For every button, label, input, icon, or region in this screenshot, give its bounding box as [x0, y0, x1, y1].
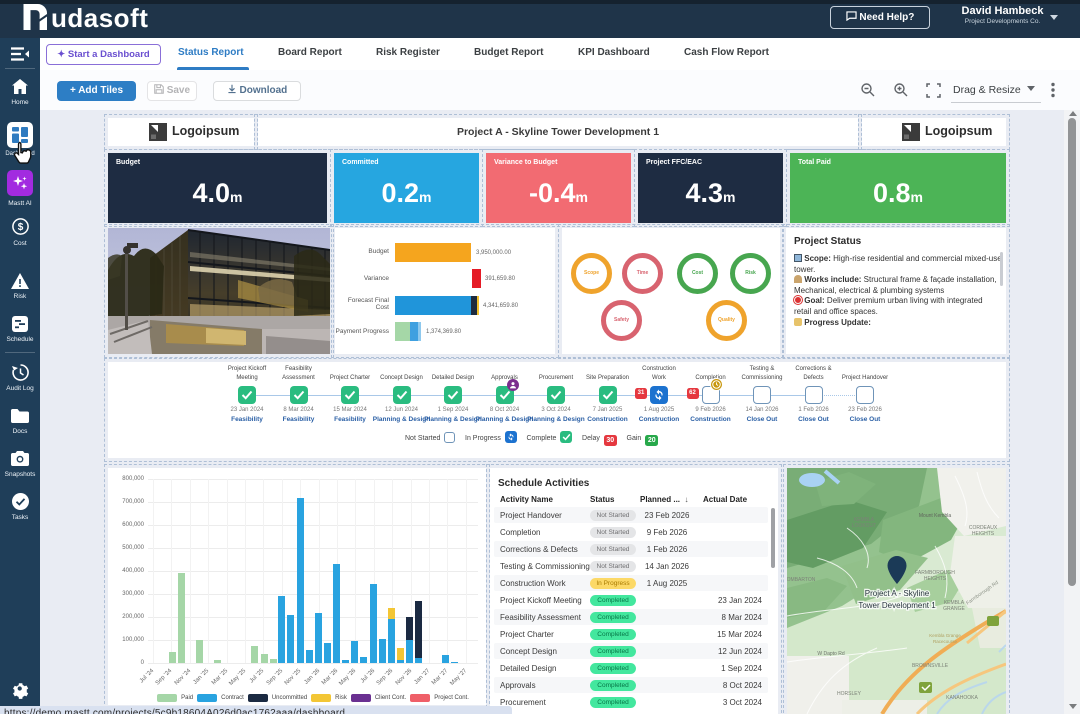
svg-text:OMBARTON: OMBARTON [787, 577, 816, 583]
svg-text:W Dapto Rd: W Dapto Rd [817, 651, 844, 657]
svg-text:LOOKOUT: LOOKOUT [852, 523, 876, 529]
svg-text:GRANGE: GRANGE [943, 606, 965, 612]
svg-text:$: $ [18, 222, 24, 233]
svg-text:Tower Development 1: Tower Development 1 [858, 601, 936, 610]
svg-text:BROWNSVILLE: BROWNSVILLE [912, 663, 949, 669]
svg-text:Project A - Skyline: Project A - Skyline [865, 589, 930, 598]
svg-text:Racecourse: Racecourse [933, 639, 958, 644]
svg-text:Kembla Grange: Kembla Grange [929, 633, 961, 638]
svg-text:HEIGHTS: HEIGHTS [924, 576, 947, 582]
svg-text:KANAHOOKA: KANAHOOKA [946, 695, 978, 701]
svg-text:Mount Kembla: Mount Kembla [919, 513, 951, 519]
svg-text:HORSLEY: HORSLEY [837, 691, 862, 697]
svg-text:HEIGHTS: HEIGHTS [972, 531, 995, 537]
